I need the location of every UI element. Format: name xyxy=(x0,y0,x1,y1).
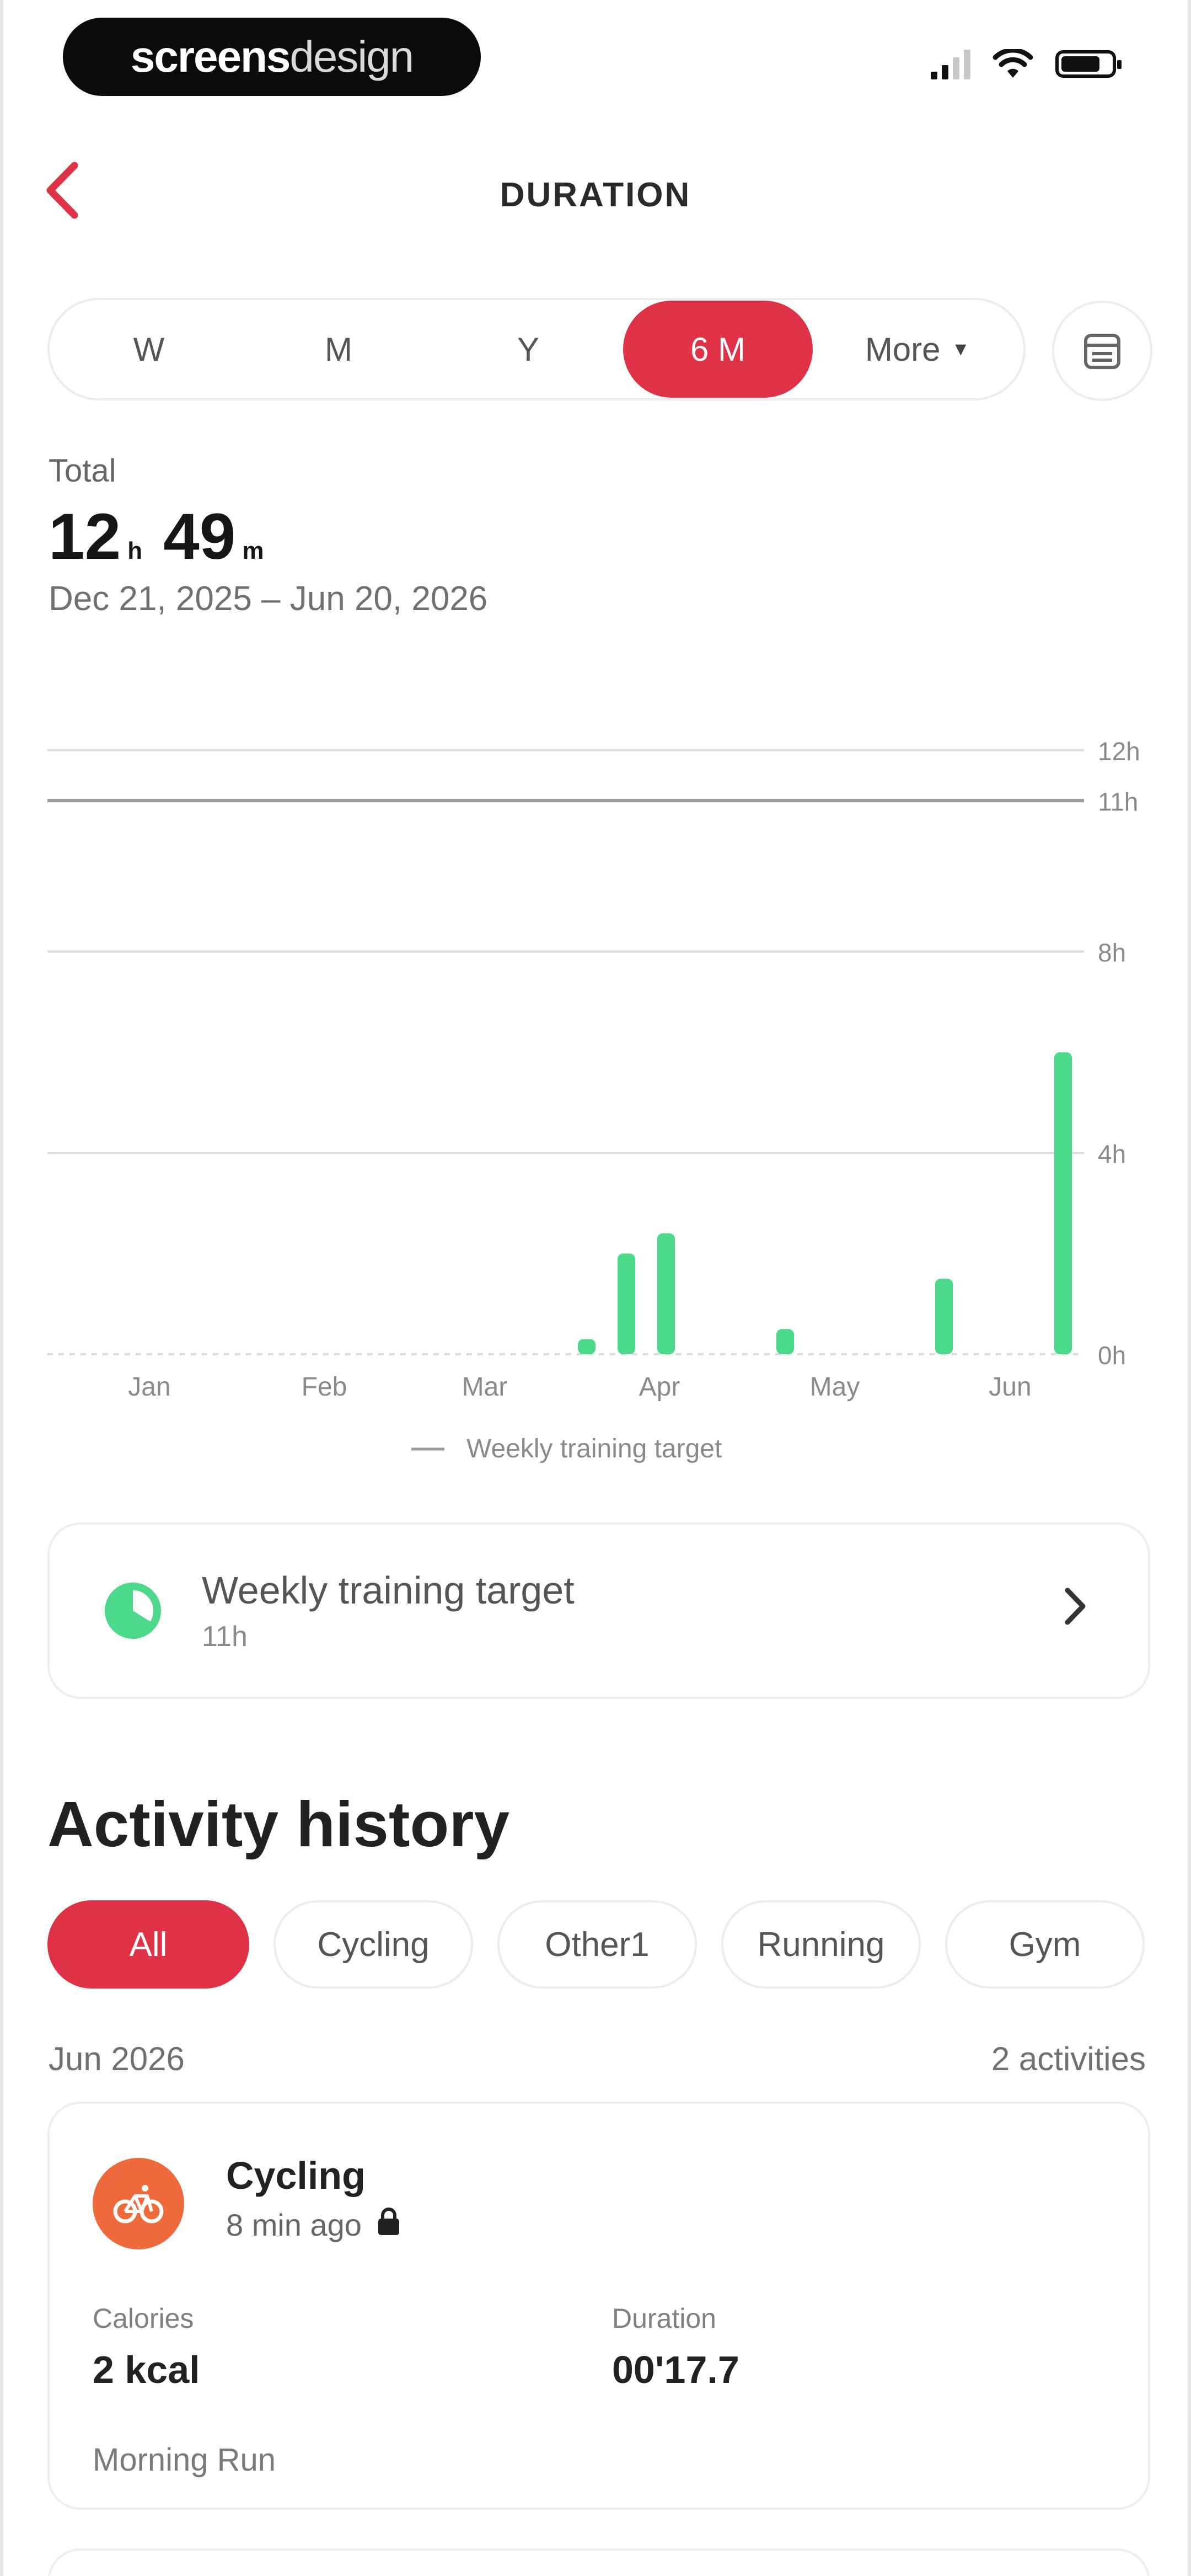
target-progress-icon xyxy=(105,1583,161,1639)
filter-other1[interactable]: Other1 xyxy=(497,1900,697,1989)
filter-cycling[interactable]: Cycling xyxy=(273,1900,473,1989)
lock-icon xyxy=(375,2206,403,2243)
total-label: Total xyxy=(49,453,116,489)
y-tick-label: 11h xyxy=(1098,787,1138,816)
caret-down-icon: ▼ xyxy=(951,338,970,360)
chart-bar xyxy=(776,1329,794,1354)
activity-note: Morning Run xyxy=(93,2442,276,2478)
y-tick-label: 4h xyxy=(1098,1140,1126,1168)
hours-unit: h xyxy=(127,537,143,564)
chart-bar xyxy=(657,1233,675,1354)
watermark-bold-text: screens xyxy=(130,32,291,81)
duration-chart: 0h 4h 8h 11h 12h Jan Feb Mar Apr May Jun Weekly tra… xyxy=(47,728,1150,1473)
range-option-6-months[interactable]: 6 M xyxy=(623,301,813,398)
battery-icon xyxy=(1055,50,1122,78)
activity-name: Cycling xyxy=(226,2154,366,2197)
range-option-month[interactable]: M xyxy=(244,301,433,398)
bicycle-icon xyxy=(93,2158,184,2249)
calories-label: Calories xyxy=(93,2303,194,2334)
range-option-year[interactable]: Y xyxy=(433,301,623,398)
x-tick-label: May xyxy=(810,1372,860,1402)
calendar-button[interactable] xyxy=(1052,301,1152,401)
chevron-right-icon xyxy=(1063,1585,1087,1636)
activity-time: 8 min ago xyxy=(226,2206,403,2243)
calories-value: 2 kcal xyxy=(93,2348,200,2391)
activity-filters: All Cycling Other1 Running Gym xyxy=(47,1900,1145,1989)
minutes-unit: m xyxy=(242,537,264,564)
status-icons xyxy=(931,49,1122,79)
legend-label: Weekly training target xyxy=(466,1434,722,1463)
range-selector: W M Y 6 M More ▼ xyxy=(47,298,1026,400)
page-title: DURATION xyxy=(500,176,691,214)
month-heading: Jun 2026 xyxy=(49,2040,185,2077)
range-more-dropdown[interactable]: More ▼ xyxy=(813,301,1022,398)
y-tick-label: 0h xyxy=(1098,1341,1126,1370)
weekly-target-value: 11h xyxy=(202,1621,248,1653)
x-tick-label: Mar xyxy=(462,1372,508,1402)
total-duration-value: 12 h 49 m xyxy=(49,499,285,574)
watermark-logo: screens design xyxy=(63,18,481,96)
activity-time-text: 8 min ago xyxy=(226,2208,362,2242)
next-activity-card[interactable] xyxy=(47,2548,1150,2576)
chart-bar xyxy=(1054,1052,1072,1354)
activity-card[interactable]: Cycling 8 min ago Calories 2 kcal Durati… xyxy=(47,2102,1150,2510)
duration-chart-svg: 0h 4h 8h 11h 12h Jan Feb Mar Apr May Jun Weekly tra… xyxy=(47,737,1140,1463)
wifi-icon xyxy=(993,49,1033,78)
duration-label: Duration xyxy=(612,2303,716,2334)
x-tick-label: Apr xyxy=(639,1372,680,1402)
y-tick-label: 8h xyxy=(1098,938,1126,967)
total-minutes: 49 xyxy=(163,500,236,573)
y-tick-label: 12h xyxy=(1098,737,1140,766)
weekly-target-title: Weekly training target xyxy=(202,1569,575,1612)
filter-gym[interactable]: Gym xyxy=(945,1900,1145,1989)
total-hours: 12 xyxy=(49,500,121,573)
x-tick-label: Jan xyxy=(128,1372,170,1402)
duration-value: 00'17.7 xyxy=(612,2348,739,2391)
chart-bar xyxy=(578,1339,596,1354)
range-option-week[interactable]: W xyxy=(54,301,244,398)
watermark-light-text: design xyxy=(289,32,414,81)
weekly-target-card[interactable]: Weekly training target 11h xyxy=(47,1522,1150,1699)
cellular-signal-icon xyxy=(931,49,970,79)
activity-count: 2 activities xyxy=(991,2040,1146,2077)
chart-bar xyxy=(935,1279,953,1354)
x-tick-label: Feb xyxy=(302,1372,347,1402)
filter-running[interactable]: Running xyxy=(721,1900,921,1989)
chart-bar xyxy=(618,1253,635,1354)
date-range: Dec 21, 2025 – Jun 20, 2026 xyxy=(49,580,488,618)
filter-all[interactable]: All xyxy=(47,1900,249,1989)
weekly-target-text: Weekly training target 11h xyxy=(202,1568,1063,1653)
calendar-icon xyxy=(1084,334,1120,369)
range-more-label: More xyxy=(865,330,941,368)
x-tick-label: Jun xyxy=(989,1372,1031,1402)
activity-history-title: Activity history xyxy=(47,1788,509,1860)
duration-screen: screensdesign DURATION W M Y 6 M More ▼ xyxy=(0,0,1191,2576)
